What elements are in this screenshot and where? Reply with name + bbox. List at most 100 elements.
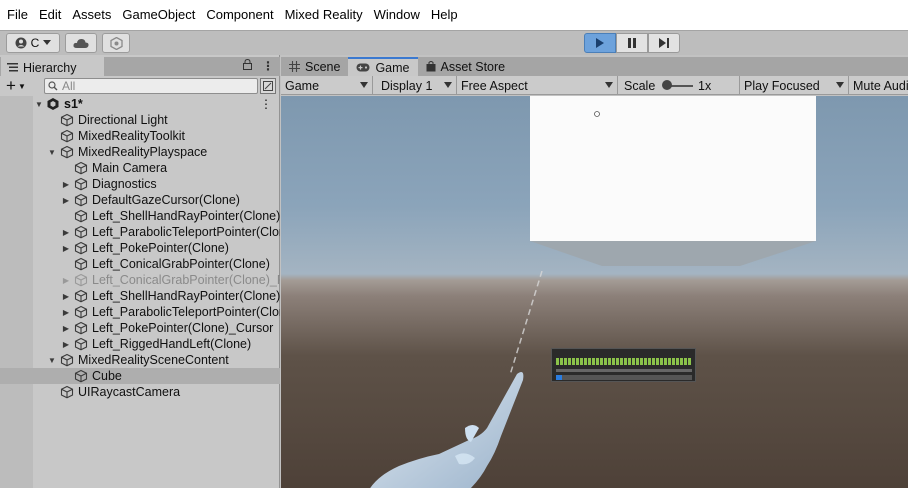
- tab-menu-icon[interactable]: ⋮: [262, 59, 274, 73]
- hierarchy-item[interactable]: Directional Light: [0, 112, 280, 128]
- cloud-button[interactable]: [65, 33, 97, 53]
- menu-assets[interactable]: Assets: [67, 0, 117, 30]
- mute-audio-toggle[interactable]: Mute Audio: [849, 76, 908, 95]
- expand-arrow-icon[interactable]: ▼: [47, 144, 57, 160]
- tab-asset-store[interactable]: Asset Store: [418, 57, 514, 76]
- expand-arrow-icon[interactable]: ▶: [61, 176, 71, 192]
- play-mode-dropdown[interactable]: Play Focused: [740, 76, 849, 95]
- hierarchy-item[interactable]: ▼ MixedRealitySceneContent: [0, 352, 280, 368]
- hierarchy-item[interactable]: Left_ConicalGrabPointer(Clone): [0, 256, 280, 272]
- plus-icon: +: [6, 76, 16, 95]
- scene-row[interactable]: ▼ s1* ⋮: [0, 96, 280, 112]
- account-dropdown[interactable]: C: [6, 33, 60, 53]
- menu-edit[interactable]: Edit: [34, 0, 67, 30]
- account-icon: [15, 37, 27, 49]
- aspect-dropdown[interactable]: Free Aspect: [457, 76, 618, 95]
- aspect-label: Free Aspect: [461, 78, 528, 93]
- display-dropdown[interactable]: Display 1: [373, 76, 457, 95]
- scene-name: s1*: [64, 97, 83, 111]
- tab-scene-label: Scene: [305, 59, 341, 74]
- gameobject-cube-icon: [60, 129, 74, 143]
- hierarchy-item-label: Directional Light: [78, 113, 168, 127]
- play-controls: [584, 33, 680, 53]
- scale-slider-handle[interactable]: [662, 80, 672, 90]
- tab-hierarchy[interactable]: Hierarchy: [1, 57, 104, 76]
- hierarchy-item[interactable]: ▶ DefaultGazeCursor(Clone): [0, 192, 280, 208]
- scene-menu-icon[interactable]: ⋮: [260, 97, 272, 111]
- expand-arrow-icon[interactable]: ▼: [34, 96, 44, 112]
- cloud-icon: [73, 38, 89, 48]
- articulated-hand-model: [370, 372, 524, 488]
- expand-arrow-icon[interactable]: ▼: [47, 352, 57, 368]
- expand-arrow-icon[interactable]: ▶: [61, 192, 71, 208]
- hierarchy-item[interactable]: MixedRealityToolkit: [0, 128, 280, 144]
- play-button[interactable]: [584, 33, 616, 53]
- hierarchy-item-label: Left_ShellHandRayPointer(Clone): [92, 289, 280, 303]
- tab-scene[interactable]: Scene: [281, 57, 348, 76]
- menu-file[interactable]: File: [2, 0, 34, 30]
- hierarchy-item-inactive[interactable]: ▶ Left_ConicalGrabPointer(Clone)_Proxy: [0, 272, 280, 288]
- gameobject-cube-icon: [74, 305, 88, 319]
- hierarchy-item-label: Main Camera: [92, 161, 168, 175]
- menu-mixed-reality[interactable]: Mixed Reality: [280, 0, 369, 30]
- hierarchy-item[interactable]: ▶ Left_ShellHandRayPointer(Clone): [0, 288, 280, 304]
- gameobject-cube-icon: [74, 289, 88, 303]
- chevron-down-icon: ▼: [17, 81, 26, 91]
- pause-button[interactable]: [616, 33, 648, 53]
- hierarchy-item[interactable]: Left_ShellHandRayPointer(Clone): [0, 208, 280, 224]
- expand-arrow-icon[interactable]: ▶: [61, 272, 71, 288]
- hierarchy-search-input[interactable]: All: [44, 78, 258, 94]
- expand-arrow-icon[interactable]: ▶: [61, 320, 71, 336]
- expand-arrow-icon[interactable]: ▶: [61, 240, 71, 256]
- hierarchy-item[interactable]: Main Camera: [0, 160, 280, 176]
- gameobject-cube-icon: [74, 273, 88, 287]
- hierarchy-tab-bar: Hierarchy ⋮: [0, 57, 280, 76]
- expand-arrow-icon[interactable]: ▶: [61, 224, 71, 240]
- gameobject-cube-icon: [74, 337, 88, 351]
- menu-component[interactable]: Component: [201, 0, 279, 30]
- hierarchy-item-label: MixedRealityPlayspace: [78, 145, 208, 159]
- gameobject-cube-icon: [60, 113, 74, 127]
- hierarchy-item-selected[interactable]: Cube: [0, 368, 280, 384]
- expand-arrow-icon[interactable]: ▶: [61, 336, 71, 352]
- game-view-dropdown[interactable]: Game: [281, 76, 373, 95]
- hierarchy-item-label: DefaultGazeCursor(Clone): [92, 193, 240, 207]
- play-icon: [596, 38, 604, 48]
- tab-game[interactable]: Game: [348, 57, 418, 76]
- expand-arrow-icon[interactable]: ▶: [61, 304, 71, 320]
- tab-game-label: Game: [375, 60, 410, 75]
- chevron-down-icon: [444, 82, 452, 88]
- memory-usage-bar: [556, 375, 692, 380]
- hierarchy-item[interactable]: ▶ Left_PokePointer(Clone): [0, 240, 280, 256]
- gameobject-cube-icon: [74, 193, 88, 207]
- hierarchy-tree: ▼ s1* ⋮ Directional Light MixedRealityTo…: [0, 96, 280, 488]
- gamepad-icon: [356, 63, 370, 72]
- search-options-button[interactable]: [260, 78, 276, 94]
- gameobject-cube-icon: [74, 241, 88, 255]
- hierarchy-item-label: Cube: [92, 369, 122, 383]
- add-object-button[interactable]: + ▼: [0, 76, 38, 96]
- menu-gameobject[interactable]: GameObject: [117, 0, 201, 30]
- hierarchy-item[interactable]: ▶ Left_RiggedHandLeft(Clone): [0, 336, 280, 352]
- hierarchy-item-label: Left_ParabolicTeleportPointer(Clone): [92, 225, 280, 239]
- lock-icon[interactable]: [243, 59, 252, 70]
- hierarchy-item-label: Left_RiggedHandLeft(Clone): [92, 337, 252, 351]
- hierarchy-item[interactable]: UIRaycastCamera: [0, 384, 280, 400]
- hierarchy-item-label: MixedRealityToolkit: [78, 129, 185, 143]
- menu-help[interactable]: Help: [426, 0, 464, 30]
- step-button[interactable]: [648, 33, 680, 53]
- menu-window[interactable]: Window: [369, 0, 426, 30]
- collab-button[interactable]: [102, 33, 130, 53]
- hierarchy-item-label: Diagnostics: [92, 177, 157, 191]
- hierarchy-item[interactable]: ▶ Left_ParabolicTeleportPointer(Clone): [0, 224, 280, 240]
- gameobject-cube-icon: [74, 209, 88, 223]
- expand-arrow-icon[interactable]: ▶: [61, 288, 71, 304]
- hierarchy-item[interactable]: ▶ Diagnostics: [0, 176, 280, 192]
- gameobject-cube-icon: [60, 353, 74, 367]
- chevron-down-icon: [836, 82, 844, 88]
- hierarchy-item[interactable]: ▶ Left_ParabolicTeleportPointer(Clone): [0, 304, 280, 320]
- game-viewport[interactable]: [281, 96, 908, 488]
- list-icon: [7, 63, 18, 72]
- hierarchy-item[interactable]: ▼ MixedRealityPlayspace: [0, 144, 280, 160]
- hierarchy-item[interactable]: ▶ Left_PokePointer(Clone)_Cursor: [0, 320, 280, 336]
